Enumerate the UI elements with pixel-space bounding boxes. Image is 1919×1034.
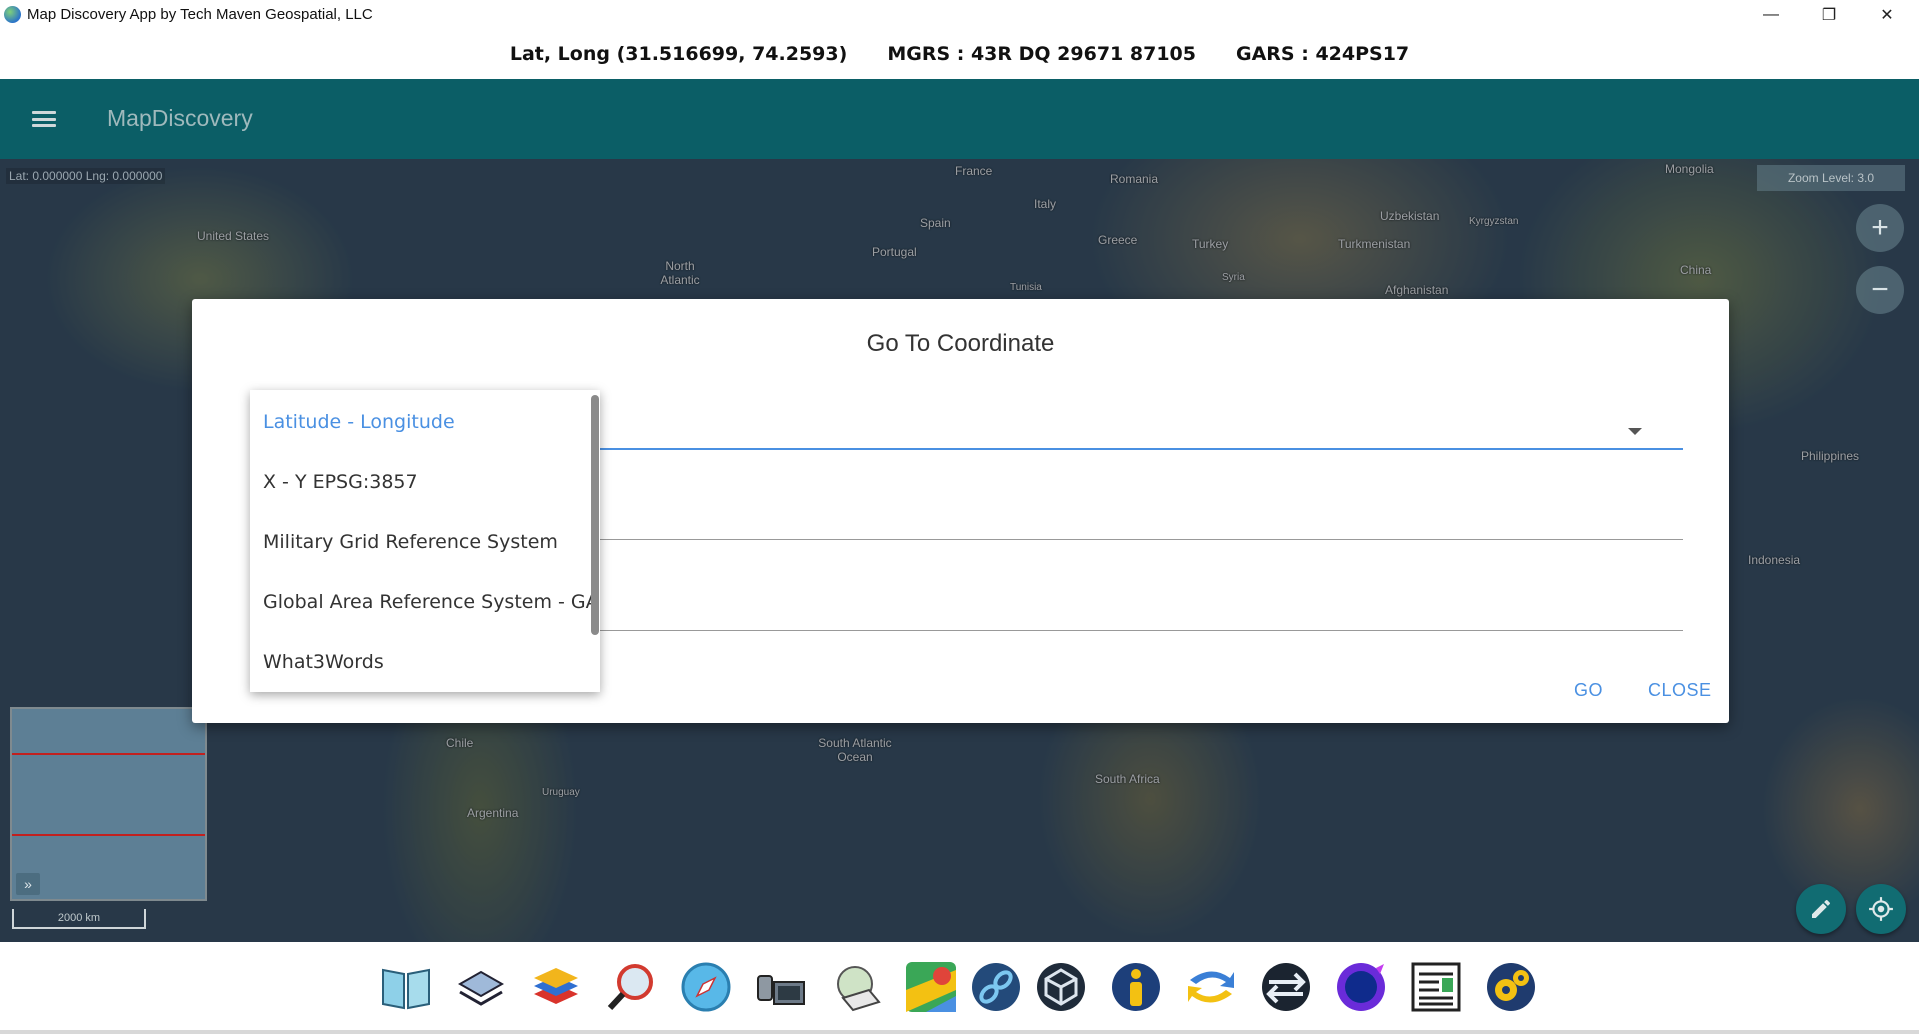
layers-icon[interactable] [529, 960, 583, 1014]
dialog-title: Go To Coordinate [866, 330, 1055, 357]
dropdown-option-mgrs[interactable]: Military Grid Reference System [263, 531, 593, 553]
my-location-button[interactable] [1856, 884, 1906, 934]
unity-icon[interactable] [1034, 960, 1088, 1014]
zoom-in-button[interactable]: + [1856, 204, 1904, 252]
hamburger-menu-icon[interactable] [32, 111, 56, 127]
overview-extent-line [12, 753, 205, 755]
gps-target-icon [1869, 897, 1893, 921]
dropdown-option-gars[interactable]: Global Area Reference System - GARS [263, 591, 593, 613]
coordinate-input-2[interactable] [598, 630, 1683, 631]
reports-icon[interactable] [1409, 960, 1463, 1014]
dropdown-option-latlong[interactable]: Latitude - Longitude [263, 411, 593, 433]
window-title-bar: Map Discovery App by Tech Maven Geospati… [0, 0, 1919, 29]
offline-maps-icon[interactable] [829, 960, 883, 1014]
video-camera-icon[interactable] [754, 960, 808, 1014]
chevron-down-icon[interactable] [1628, 428, 1642, 435]
cursor-latlng-readout: Lat: 0.000000 Lng: 0.000000 [6, 168, 166, 184]
taskbar-edge [0, 1030, 1919, 1034]
close-window-button[interactable]: ✕ [1858, 0, 1916, 29]
go-button[interactable]: GO [1574, 680, 1603, 701]
overview-map[interactable]: » [10, 707, 207, 901]
dropdown-scrollbar[interactable] [591, 395, 599, 635]
app-globe-icon [4, 6, 21, 23]
app-toolbar: MapDiscovery [0, 79, 1919, 159]
google-maps-icon[interactable] [904, 960, 958, 1014]
restore-button[interactable]: ❐ [1800, 0, 1858, 29]
mgrs-readout: MGRS : 43R DQ 29671 87105 [887, 43, 1196, 65]
scale-bar: 2000 km [12, 909, 146, 929]
info-icon[interactable] [1109, 960, 1163, 1014]
coordinate-system-dropdown[interactable]: Latitude - Longitude X - Y EPSG:3857 Mil… [250, 390, 600, 692]
window-title: Map Discovery App by Tech Maven Geospati… [27, 6, 373, 23]
latlong-readout: Lat, Long (31.516699, 74.2593) [509, 43, 848, 65]
settings-icon[interactable] [1484, 960, 1538, 1014]
3d-layers-icon[interactable] [454, 960, 508, 1014]
sync-icon[interactable] [1184, 960, 1238, 1014]
zoom-out-button[interactable]: − [1856, 266, 1904, 314]
overview-toggle-button[interactable]: » [16, 873, 40, 895]
gars-readout: GARS : 424PS17 [1236, 43, 1410, 65]
search-zoom-icon[interactable] [604, 960, 658, 1014]
overview-extent-line [12, 834, 205, 836]
links-icon[interactable] [969, 960, 1023, 1014]
globe-icon[interactable] [1334, 960, 1388, 1014]
map-book-icon[interactable] [379, 960, 433, 1014]
tool-dock [0, 942, 1919, 1030]
minimize-button[interactable]: — [1742, 0, 1800, 29]
pencil-icon [1812, 899, 1831, 918]
data-exchange-icon[interactable] [1259, 960, 1313, 1014]
draw-button[interactable] [1796, 884, 1846, 934]
zoom-level-badge: Zoom Level: 3.0 [1757, 165, 1905, 191]
dropdown-option-epsg3857[interactable]: X - Y EPSG:3857 [263, 471, 593, 493]
close-button[interactable]: CLOSE [1648, 680, 1712, 701]
dropdown-option-what3words[interactable]: What3Words [263, 651, 593, 673]
compass-icon[interactable] [679, 960, 733, 1014]
app-title: MapDiscovery [107, 105, 253, 131]
coordinate-readout-bar: Lat, Long (31.516699, 74.2593) MGRS : 43… [0, 29, 1919, 79]
coordinate-input-1[interactable] [598, 539, 1683, 540]
coordinate-system-select[interactable] [598, 448, 1683, 450]
